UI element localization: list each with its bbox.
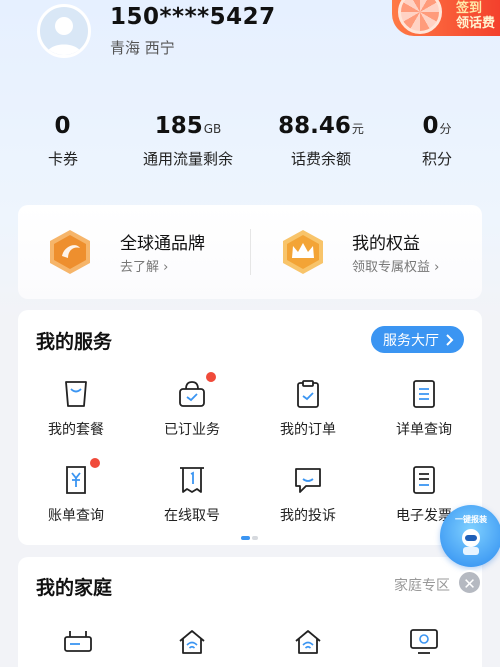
page-indicator xyxy=(241,536,259,540)
checkin-promo-button[interactable]: 签到 领话费 xyxy=(392,0,500,36)
stat-data-remaining[interactable]: 185GB 通用流量剩余 xyxy=(128,113,248,169)
my-rights-entry[interactable]: 我的权益 领取专属权益 › xyxy=(251,205,482,299)
tv-icon xyxy=(410,629,438,654)
services-title: 我的服务 xyxy=(36,331,113,353)
notification-dot xyxy=(90,458,100,468)
stat-value: 0分 xyxy=(422,113,452,139)
chevron-right-icon xyxy=(446,333,454,346)
benefit-subtitle: 领取专属权益 › xyxy=(352,260,440,275)
service-my-orders[interactable]: 我的订单 xyxy=(250,378,366,439)
service-detail-query[interactable]: 详单查询 xyxy=(366,378,482,439)
clipboard-icon xyxy=(292,378,324,410)
benefit-title: 全球通品牌 xyxy=(120,234,205,254)
service-online-ticket[interactable]: 在线取号 xyxy=(134,464,250,525)
service-subscribed[interactable]: 已订业务 xyxy=(134,372,250,439)
stat-balance[interactable]: 88.46元 话费余额 xyxy=(262,113,380,169)
service-label: 账单查询 xyxy=(48,508,104,524)
stat-value: 88.46元 xyxy=(278,113,364,139)
robot-mascot-icon xyxy=(462,529,480,555)
service-complaint[interactable]: 我的投诉 xyxy=(250,464,366,525)
benefit-title: 我的权益 xyxy=(352,234,420,254)
service-label: 在线取号 xyxy=(164,508,220,524)
basket-icon xyxy=(176,372,216,410)
ticket-icon xyxy=(176,464,208,496)
home-network-icon xyxy=(295,630,321,654)
location-label: 青海 西宁 xyxy=(110,39,175,57)
phone-number: 150****5427 xyxy=(110,4,276,30)
service-label: 已订业务 xyxy=(164,422,220,438)
avatar[interactable] xyxy=(37,4,91,58)
stat-value: 185GB xyxy=(154,113,222,139)
bill-icon xyxy=(60,458,100,496)
service-label: 详单查询 xyxy=(396,422,452,438)
account-stats: 0 卡券 185GB 通用流量剩余 88.46元 话费余额 0分 积分 xyxy=(0,113,500,183)
router-icon xyxy=(64,631,92,652)
service-label: 我的套餐 xyxy=(48,422,104,438)
chat-icon xyxy=(292,464,324,496)
family-card: 我的家庭 家庭专区 xyxy=(18,557,482,667)
bag-icon xyxy=(60,378,92,410)
service-hall-button[interactable]: 服务大厅 xyxy=(371,326,464,353)
services-card: 我的服务 服务大厅 我的套餐 已订业务 我的订单 详单查询 账单查询 在线取号 … xyxy=(18,310,482,545)
profile-header: 150****5427 青海 西宁 签到 领话费 xyxy=(0,0,500,95)
list-icon xyxy=(408,378,440,410)
one-click-install-button[interactable]: 一键报装 xyxy=(440,505,500,567)
stat-label: 通用流量剩余 xyxy=(142,150,233,168)
promo-line-2: 领话费 xyxy=(456,16,496,31)
stat-label: 话费余额 xyxy=(290,150,351,168)
stat-label: 积分 xyxy=(421,150,452,168)
crown-icon xyxy=(283,230,323,274)
float-label: 一键报装 xyxy=(455,515,487,524)
stat-value: 0 xyxy=(54,113,71,139)
home-wifi-icon xyxy=(179,630,205,654)
service-bill-query[interactable]: 账单查询 xyxy=(18,458,134,525)
service-hall-label: 服务大厅 xyxy=(383,332,439,349)
service-my-plan[interactable]: 我的套餐 xyxy=(18,378,134,439)
close-icon[interactable]: ✕ xyxy=(457,570,482,595)
service-label: 我的投诉 xyxy=(280,508,336,524)
avatar-placeholder-icon xyxy=(46,17,82,55)
notification-dot xyxy=(206,372,216,382)
family-title: 我的家庭 xyxy=(36,577,113,599)
global-brand-entry[interactable]: 全球通品牌 去了解 › xyxy=(18,205,250,299)
family-zone-link[interactable]: 家庭专区 xyxy=(394,575,450,595)
benefit-subtitle: 去了解 › xyxy=(120,260,169,275)
service-label: 我的订单 xyxy=(280,422,336,438)
stat-points[interactable]: 0分 积分 xyxy=(402,113,472,169)
invoice-icon xyxy=(408,464,440,496)
prize-wheel-icon xyxy=(398,0,442,34)
benefits-card: 全球通品牌 去了解 › 我的权益 领取专属权益 › xyxy=(18,205,482,299)
stat-coupons[interactable]: 0 卡券 xyxy=(28,113,98,169)
stat-label: 卡券 xyxy=(47,150,78,168)
globe-brand-icon xyxy=(50,230,90,274)
